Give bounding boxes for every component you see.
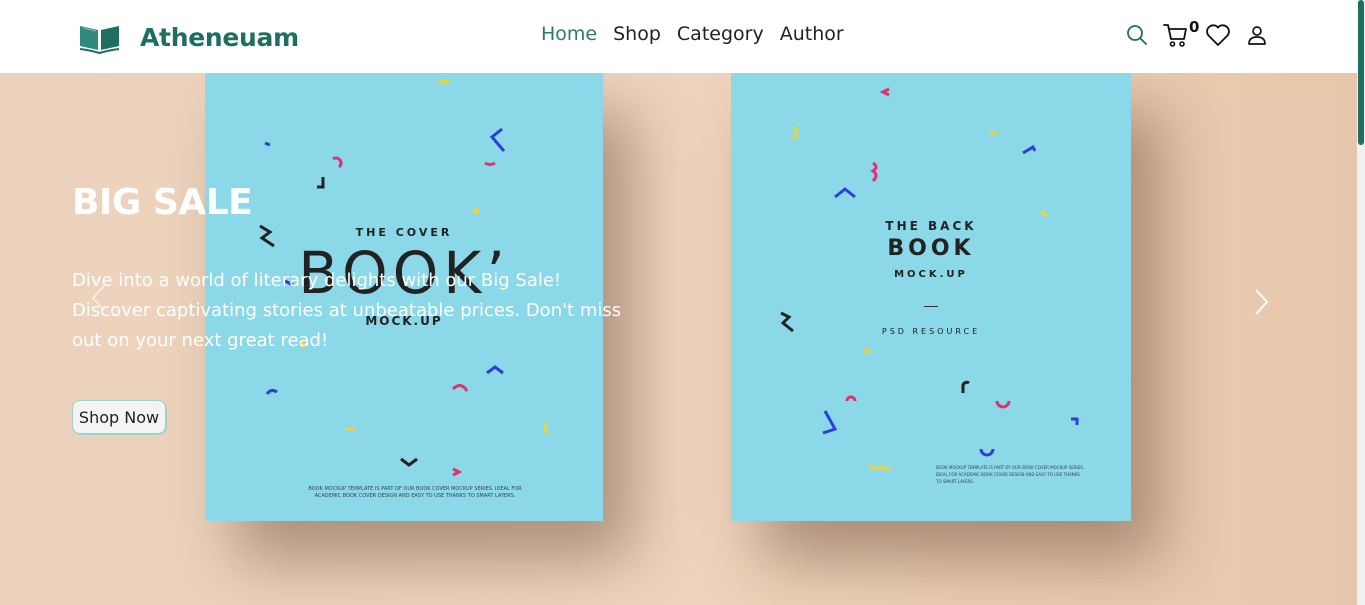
user-icon [1248, 26, 1266, 45]
book-back-small-title: THE BACK [885, 219, 977, 233]
book-front-fine-print: BOOK MOCKUP TEMPLATE IS PART OF OUR BOOK… [308, 486, 522, 499]
scrollbar-thumb[interactable] [1358, 0, 1364, 145]
book-front-small-title: THE COVER [355, 226, 453, 239]
wishlist-button[interactable] [1205, 23, 1231, 52]
hero-description: Dive into a world of literary delights w… [72, 270, 622, 351]
cart-button[interactable]: 0 [1163, 18, 1199, 53]
nav-link-shop[interactable]: Shop [613, 23, 661, 45]
confetti-decoration [780, 87, 1079, 471]
navbar: Atheneuam Home Shop Category Author 0 [0, 0, 1357, 73]
search-icon [1127, 25, 1147, 45]
page-scrollbar[interactable] [1357, 0, 1365, 605]
book-back-big-title: BOOK [887, 236, 975, 261]
brand-name: Atheneuam [140, 22, 299, 52]
search-button[interactable] [1126, 24, 1148, 51]
book-back-divider [924, 306, 938, 307]
shop-now-button[interactable]: Shop Now [72, 400, 166, 434]
book-back-cover: THE BACK BOOK MOCK.UP PSD RESOURCE BOOK … [731, 73, 1131, 521]
hero-title: BIG SALE [72, 182, 253, 223]
carousel-next-button[interactable] [1254, 288, 1270, 321]
chevron-left-icon [91, 285, 105, 311]
cart-icon [1163, 24, 1187, 47]
hero-carousel: THE COVER BOOK’ MOCK.UP BOOK MOCKUP TEMP… [0, 73, 1357, 605]
nav-link-category[interactable]: Category [677, 23, 764, 45]
book-back-psd-label: PSD RESOURCE [881, 327, 981, 336]
main-nav: Home Shop Category Author [541, 23, 844, 45]
heart-icon [1206, 24, 1230, 46]
account-button[interactable] [1246, 24, 1268, 51]
book-back-subtitle: MOCK.UP [894, 269, 968, 280]
nav-link-home[interactable]: Home [541, 23, 597, 45]
open-book-icon [79, 26, 120, 54]
chevron-right-icon [1255, 289, 1269, 315]
carousel-prev-button[interactable] [90, 284, 106, 317]
book-back-fine-print: BOOK MOCKUP TEMPLATE IS PART OF OUR BOOK… [936, 465, 1085, 484]
nav-link-author[interactable]: Author [780, 23, 844, 45]
nav-icons: 0 [1126, 18, 1268, 53]
logo[interactable]: Atheneuam [78, 20, 299, 54]
cart-count-badge: 0 [1189, 18, 1200, 36]
